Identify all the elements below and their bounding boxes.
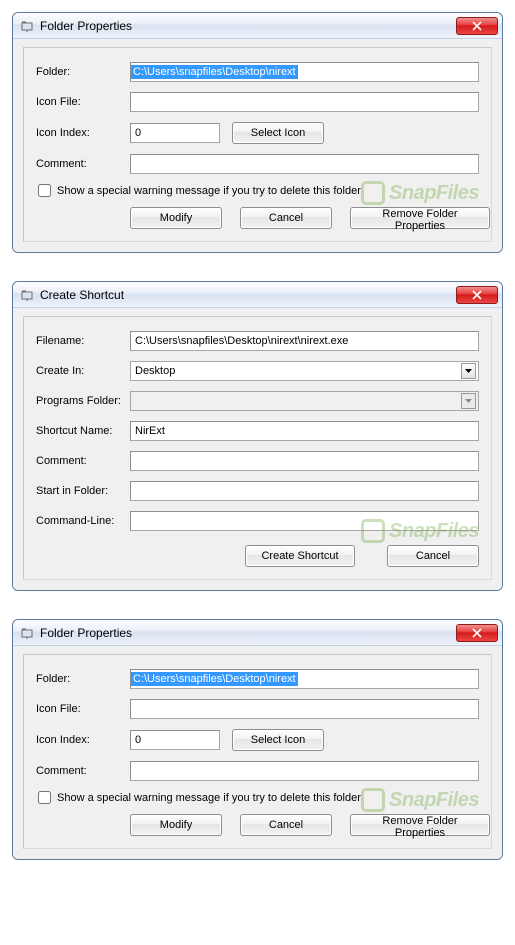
filename-label: Filename: xyxy=(36,335,130,347)
folder-properties-dialog: Folder Properties Folder: C:\Users\snapf… xyxy=(12,12,503,253)
create-in-select[interactable]: Desktop xyxy=(130,361,479,381)
warning-checkbox[interactable] xyxy=(38,791,51,804)
client-area: Folder: C:\Users\snapfiles\Desktop\nirex… xyxy=(13,646,502,859)
programs-folder-label: Programs Folder: xyxy=(36,395,130,407)
window-title: Folder Properties xyxy=(40,19,456,33)
window-title: Create Shortcut xyxy=(40,288,456,302)
close-button[interactable] xyxy=(456,17,498,35)
start-in-input[interactable] xyxy=(130,481,479,501)
titlebar[interactable]: Folder Properties xyxy=(13,13,502,39)
warning-checkbox-label: Show a special warning message if you tr… xyxy=(57,185,361,197)
cancel-button[interactable]: Cancel xyxy=(240,814,332,836)
titlebar[interactable]: Create Shortcut xyxy=(13,282,502,308)
folder-input[interactable]: C:\Users\snapfiles\Desktop\nirext xyxy=(130,62,479,82)
create-shortcut-dialog: Create Shortcut Filename: Create In: Des… xyxy=(12,281,503,591)
folder-properties-dialog: Folder Properties Folder: C:\Users\snapf… xyxy=(12,619,503,860)
app-icon xyxy=(19,625,35,641)
comment-label: Comment: xyxy=(36,765,130,777)
select-icon-button[interactable]: Select Icon xyxy=(232,729,324,751)
shortcut-name-label: Shortcut Name: xyxy=(36,425,130,437)
cancel-button[interactable]: Cancel xyxy=(387,545,479,567)
icon-file-input[interactable] xyxy=(130,699,479,719)
window-title: Folder Properties xyxy=(40,626,456,640)
filename-input[interactable] xyxy=(130,331,479,351)
create-shortcut-button[interactable]: Create Shortcut xyxy=(245,545,355,567)
select-icon-button[interactable]: Select Icon xyxy=(232,122,324,144)
icon-file-input[interactable] xyxy=(130,92,479,112)
form-panel: Filename: Create In: Desktop Programs Fo… xyxy=(23,316,492,580)
icon-index-input[interactable] xyxy=(130,730,220,750)
programs-folder-select[interactable] xyxy=(130,391,479,411)
shortcut-name-input[interactable] xyxy=(130,421,479,441)
start-in-label: Start in Folder: xyxy=(36,485,130,497)
remove-properties-button[interactable]: Remove Folder Properties xyxy=(350,207,490,229)
icon-file-label: Icon File: xyxy=(36,96,130,108)
chevron-down-icon[interactable] xyxy=(461,393,476,409)
modify-button[interactable]: Modify xyxy=(130,207,222,229)
chevron-down-icon[interactable] xyxy=(461,363,476,379)
close-button[interactable] xyxy=(456,624,498,642)
icon-index-label: Icon Index: xyxy=(36,734,130,746)
icon-index-input[interactable] xyxy=(130,123,220,143)
cancel-button[interactable]: Cancel xyxy=(240,207,332,229)
titlebar[interactable]: Folder Properties xyxy=(13,620,502,646)
form-panel: Folder: C:\Users\snapfiles\Desktop\nirex… xyxy=(23,654,492,849)
remove-properties-button[interactable]: Remove Folder Properties xyxy=(350,814,490,836)
app-icon xyxy=(19,18,35,34)
client-area: Folder: C:\Users\snapfiles\Desktop\nirex… xyxy=(13,39,502,252)
folder-label: Folder: xyxy=(36,673,130,685)
icon-file-label: Icon File: xyxy=(36,703,130,715)
app-icon xyxy=(19,287,35,303)
client-area: Filename: Create In: Desktop Programs Fo… xyxy=(13,308,502,590)
folder-input[interactable]: C:\Users\snapfiles\Desktop\nirext xyxy=(130,669,479,689)
comment-input[interactable] xyxy=(130,451,479,471)
icon-index-label: Icon Index: xyxy=(36,127,130,139)
comment-label: Comment: xyxy=(36,158,130,170)
comment-input[interactable] xyxy=(130,154,479,174)
close-button[interactable] xyxy=(456,286,498,304)
form-panel: Folder: C:\Users\snapfiles\Desktop\nirex… xyxy=(23,47,492,242)
warning-checkbox[interactable] xyxy=(38,184,51,197)
modify-button[interactable]: Modify xyxy=(130,814,222,836)
folder-label: Folder: xyxy=(36,66,130,78)
command-line-input[interactable] xyxy=(130,511,479,531)
warning-checkbox-label: Show a special warning message if you tr… xyxy=(57,792,361,804)
comment-input[interactable] xyxy=(130,761,479,781)
command-line-label: Command-Line: xyxy=(36,515,130,527)
comment-label: Comment: xyxy=(36,455,130,467)
create-in-label: Create In: xyxy=(36,365,130,377)
